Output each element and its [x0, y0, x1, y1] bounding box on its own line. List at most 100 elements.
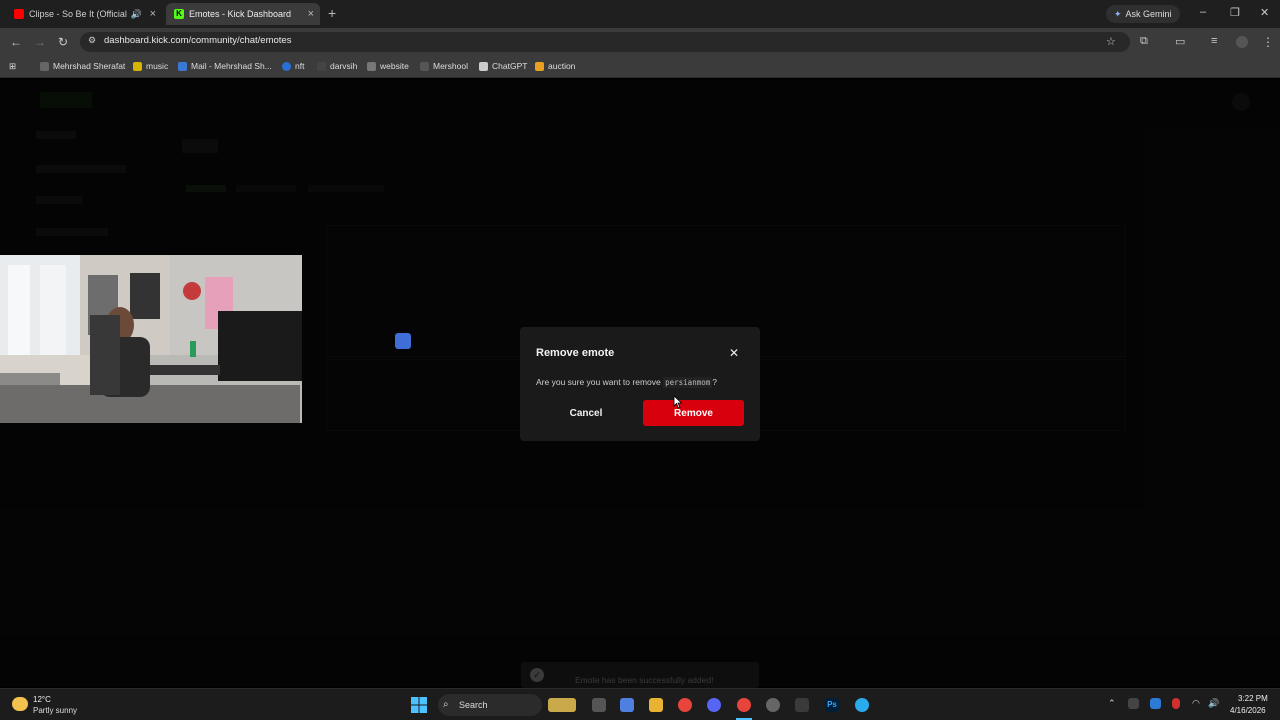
- bookmark-star-icon[interactable]: ☆: [1106, 35, 1116, 48]
- app-icon[interactable]: [795, 698, 809, 712]
- address-toolbar: ← → ↻ ⚙ dashboard.kick.com/community/cha…: [0, 28, 1280, 56]
- bookmark-label: ChatGPT: [492, 61, 528, 71]
- nft-icon: [282, 61, 291, 71]
- restore-icon[interactable]: ❐: [1230, 6, 1240, 19]
- bookmark-item[interactable]: Mehrshad Sherafat: [40, 61, 125, 71]
- url-text[interactable]: dashboard.kick.com/community/chat/emotes: [104, 35, 291, 46]
- youtube-icon: [14, 9, 24, 19]
- weather-temperature[interactable]: 12°C: [33, 695, 51, 704]
- tab-kick-dashboard[interactable]: K Emotes - Kick Dashboard ×: [166, 3, 320, 25]
- webcam-image: [0, 255, 302, 423]
- bookmark-item[interactable]: darvsih: [317, 61, 357, 71]
- remove-emote-dialog: Remove emote ✕ Are you sure you want to …: [520, 327, 760, 441]
- chatgpt-icon: [479, 61, 488, 71]
- taskbar-search[interactable]: [438, 694, 542, 716]
- media-icon[interactable]: ≡: [1211, 35, 1217, 47]
- auction-icon: [535, 61, 544, 71]
- profile-avatar[interactable]: [1236, 36, 1248, 48]
- browser-tab-strip: Clipse - So Be It (Official M 🔊 × K Emot…: [0, 0, 1280, 28]
- file-explorer-icon[interactable]: [649, 698, 663, 712]
- bookmark-item[interactable]: ChatGPT: [479, 61, 527, 71]
- dialog-message: Are you sure you want to remove persianm…: [536, 377, 717, 388]
- bookmark-item[interactable]: website: [367, 61, 409, 71]
- cancel-button[interactable]: Cancel: [536, 400, 636, 426]
- tab-title: Emotes - Kick Dashboard: [189, 9, 292, 19]
- tray-chevron-icon[interactable]: ⌃: [1108, 698, 1116, 709]
- forward-icon[interactable]: →: [34, 35, 46, 49]
- clock-time[interactable]: 3:22 PM: [1238, 694, 1268, 703]
- search-icon: ⌕: [443, 699, 449, 710]
- bookmark-label: auction: [548, 61, 576, 71]
- clock-date[interactable]: 4/16/2026: [1230, 706, 1266, 715]
- triangle-icon: [133, 61, 142, 71]
- microphone-icon[interactable]: [1172, 698, 1180, 709]
- speaker-icon[interactable]: 🔊: [131, 9, 142, 20]
- apps-icon[interactable]: ⊞: [9, 61, 16, 72]
- gemini-icon: ✦: [1114, 8, 1122, 19]
- kick-icon: K: [174, 9, 184, 19]
- discord-icon[interactable]: [707, 698, 721, 712]
- bookmark-label: Mehrshad Sherafat: [53, 61, 126, 71]
- windows-taskbar: 12°C Partly sunny ⌕ Search Ps ⌃ ◠ 🔊 3:22…: [0, 688, 1280, 720]
- dialog-title: Remove emote: [536, 347, 615, 359]
- webcam-overlay: [0, 255, 302, 423]
- remove-button[interactable]: Remove: [643, 400, 744, 426]
- emote-name: persianmom: [663, 377, 713, 388]
- bookmark-label: Mershool: [433, 61, 468, 71]
- bookmark-item[interactable]: music: [133, 61, 168, 71]
- close-tab-icon[interactable]: ×: [308, 8, 314, 20]
- ask-gemini-label: Ask Gemini: [1125, 9, 1172, 19]
- bookmark-item[interactable]: nft: [282, 61, 304, 71]
- onedrive-icon[interactable]: [1150, 698, 1161, 709]
- translate-icon[interactable]: [395, 333, 411, 349]
- close-icon[interactable]: ✕: [728, 347, 740, 359]
- photoshop-icon[interactable]: Ps: [825, 698, 839, 712]
- bookmark-label: nft: [295, 61, 305, 71]
- side-panel-icon[interactable]: ▭: [1175, 35, 1185, 48]
- windows-start-icon[interactable]: [411, 697, 427, 713]
- ask-gemini-button[interactable]: ✦ Ask Gemini: [1106, 5, 1180, 23]
- website-icon: [367, 61, 376, 71]
- volume-icon[interactable]: 🔊: [1208, 698, 1219, 709]
- mouse-cursor-icon: [673, 395, 683, 409]
- bookmark-item[interactable]: auction: [535, 61, 575, 71]
- bookmark-item[interactable]: Mershool: [420, 61, 468, 71]
- bookmark-label: Mail - Mehrshad Sh...: [191, 61, 272, 71]
- copilot-icon[interactable]: [620, 698, 634, 712]
- tray-app-icon[interactable]: [1128, 698, 1139, 709]
- toast-message: Emote has been successfully added!: [575, 675, 714, 685]
- check-icon: ✓: [530, 668, 544, 682]
- extensions-icon[interactable]: ⧉: [1140, 35, 1148, 48]
- success-toast: ✓ Emote has been successfully added!: [521, 662, 759, 688]
- chrome-icon[interactable]: [678, 698, 692, 712]
- weather-description[interactable]: Partly sunny: [33, 706, 77, 715]
- tab-title: Clipse - So Be It (Official M: [29, 9, 129, 19]
- person-icon: [40, 61, 49, 71]
- person-icon: [420, 61, 429, 71]
- globe-icon: [317, 61, 326, 71]
- search-label: Search: [459, 700, 488, 710]
- bookmarks-bar: ⊞ Mehrshad Sherafat music Mail - Mehrsha…: [0, 56, 1280, 78]
- steam-icon[interactable]: [766, 698, 780, 712]
- close-tab-icon[interactable]: ×: [150, 8, 156, 20]
- telegram-icon[interactable]: [855, 698, 869, 712]
- new-tab-icon[interactable]: +: [328, 5, 336, 21]
- menu-icon[interactable]: ⋮: [1262, 35, 1274, 49]
- chrome-active-icon[interactable]: [737, 698, 751, 712]
- bookmark-item[interactable]: Mail - Mehrshad Sh...: [178, 61, 272, 71]
- site-info-icon[interactable]: ⚙: [88, 35, 96, 46]
- task-view-icon[interactable]: [592, 698, 606, 712]
- reload-icon[interactable]: ↻: [58, 35, 68, 49]
- bookmark-label: music: [146, 61, 169, 71]
- window-close-icon[interactable]: ✕: [1260, 6, 1269, 19]
- back-icon[interactable]: ←: [10, 35, 22, 49]
- wifi-icon[interactable]: ◠: [1192, 698, 1200, 709]
- mail-icon: [178, 61, 187, 71]
- bookmark-label: website: [380, 61, 409, 71]
- bookmark-label: darvsih: [330, 61, 358, 71]
- minimize-icon[interactable]: –: [1200, 6, 1206, 18]
- message-suffix: ?: [712, 377, 717, 387]
- weather-icon[interactable]: [12, 697, 28, 711]
- tulips-icon: [548, 698, 576, 712]
- tab-youtube[interactable]: Clipse - So Be It (Official M 🔊 ×: [6, 3, 162, 25]
